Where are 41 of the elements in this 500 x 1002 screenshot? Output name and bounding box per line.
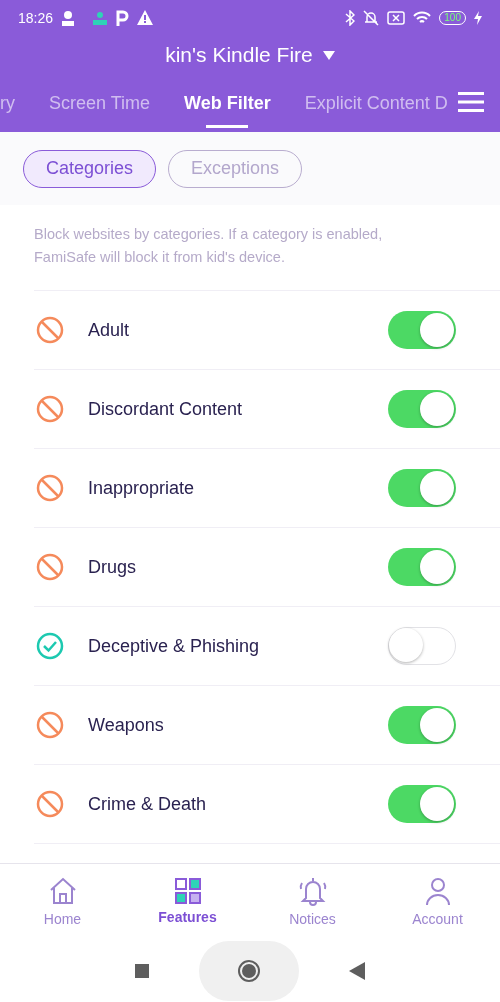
charging-icon: [474, 10, 482, 25]
tab[interactable]: Web Filter: [184, 75, 271, 132]
app-icon: [93, 10, 108, 25]
category-name: Adult: [88, 319, 131, 341]
toggle-switch[interactable]: [388, 390, 456, 428]
device-title[interactable]: kin's Kindle Fire: [165, 43, 313, 67]
recents-button[interactable]: [135, 963, 149, 978]
nav-item[interactable]: Notices: [250, 864, 375, 937]
category-name: Weapons: [88, 714, 165, 736]
segment-button[interactable]: Categories: [23, 149, 157, 188]
category-name: Drugs: [88, 556, 137, 578]
nav-item[interactable]: Home: [0, 864, 125, 937]
wifi-icon: [413, 10, 432, 25]
status-time: 18:26: [18, 9, 54, 26]
toggle-switch[interactable]: [388, 627, 456, 665]
back-icon[interactable]: [349, 961, 365, 980]
nav-item[interactable]: Account: [375, 864, 500, 937]
sim-icon: [387, 10, 406, 25]
segment-button[interactable]: Exceptions: [168, 149, 303, 188]
muted-bell-icon: [363, 9, 380, 26]
nav-item[interactable]: Features: [125, 864, 250, 937]
category-name: Crime & Death: [88, 793, 208, 815]
category-name: Deceptive & Phishing: [88, 635, 261, 657]
dropdown-caret-icon[interactable]: [322, 50, 335, 60]
grid-icon: [173, 876, 202, 905]
person-icon: [61, 9, 76, 26]
toggle-switch[interactable]: [388, 311, 456, 349]
category-name: Inappropriate: [88, 477, 196, 499]
toggle-switch[interactable]: [388, 706, 456, 744]
description-text: Block websites by categories. If a category is enabled, FamiSafe will block it from kid's device.: [33, 225, 384, 267]
tab[interactable]: Screen Time: [49, 75, 151, 132]
circle-icon: [237, 958, 261, 983]
toggle-switch[interactable]: [388, 548, 456, 586]
toggle-switch[interactable]: [388, 785, 456, 823]
tab[interactable]: ry: [0, 75, 15, 132]
bluetooth-icon: [345, 9, 356, 26]
parking-icon: [115, 9, 130, 26]
warning-icon: [137, 10, 154, 25]
category-name: Discordant Content: [88, 398, 244, 420]
toggle-switch[interactable]: [388, 469, 456, 507]
tab[interactable]: Explicit Content D: [304, 75, 448, 132]
